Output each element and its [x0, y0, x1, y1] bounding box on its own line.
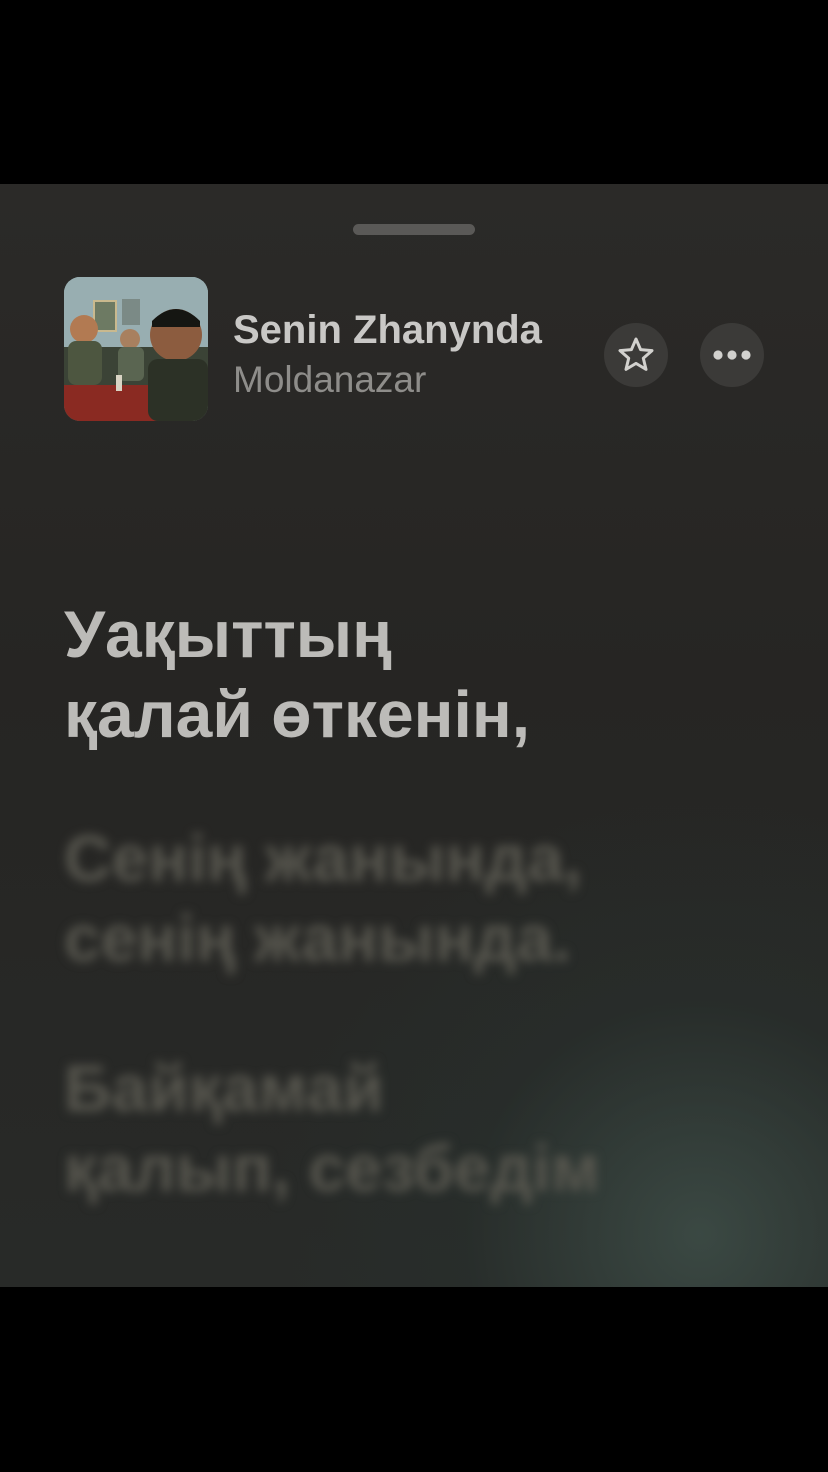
star-icon [618, 337, 654, 371]
track-artist[interactable]: Moldanazar [233, 356, 603, 404]
lyrics-view[interactable]: Уақыттың қалай өткенін, Сенің жанында, с… [64, 594, 764, 1272]
lyric-line-upcoming[interactable]: қалып, сезбедім [64, 1128, 764, 1208]
album-artwork-image [64, 277, 208, 421]
album-artwork[interactable] [64, 277, 208, 421]
lyric-line-current[interactable]: Уақыттың [64, 594, 764, 674]
lyric-later-group[interactable]: Байқамай қалып, сезбедім [64, 1048, 764, 1208]
sheet-grabber-handle[interactable] [353, 224, 475, 235]
more-options-button[interactable] [700, 323, 764, 387]
lyric-next-group[interactable]: Сенің жанында, сенің жанында. [64, 818, 764, 978]
favorite-button[interactable] [604, 323, 668, 387]
ellipsis-icon [713, 350, 751, 360]
lyric-line-upcoming[interactable]: сенің жанында. [64, 898, 764, 978]
lyrics-sheet: Senin Zhanynda Moldanazar Уақыттың қалай… [0, 184, 828, 1287]
track-info[interactable]: Senin Zhanynda Moldanazar [233, 306, 603, 404]
track-title: Senin Zhanynda [233, 308, 542, 352]
lyric-current-group[interactable]: Уақыттың қалай өткенін, [64, 594, 764, 754]
lyric-line-current[interactable]: қалай өткенін, [64, 674, 764, 754]
lyric-line-upcoming[interactable]: Байқамай [64, 1048, 764, 1128]
lyric-line-upcoming[interactable]: Сенің жанында, [64, 818, 764, 898]
screen: Senin Zhanynda Moldanazar Уақыттың қалай… [0, 0, 828, 1472]
